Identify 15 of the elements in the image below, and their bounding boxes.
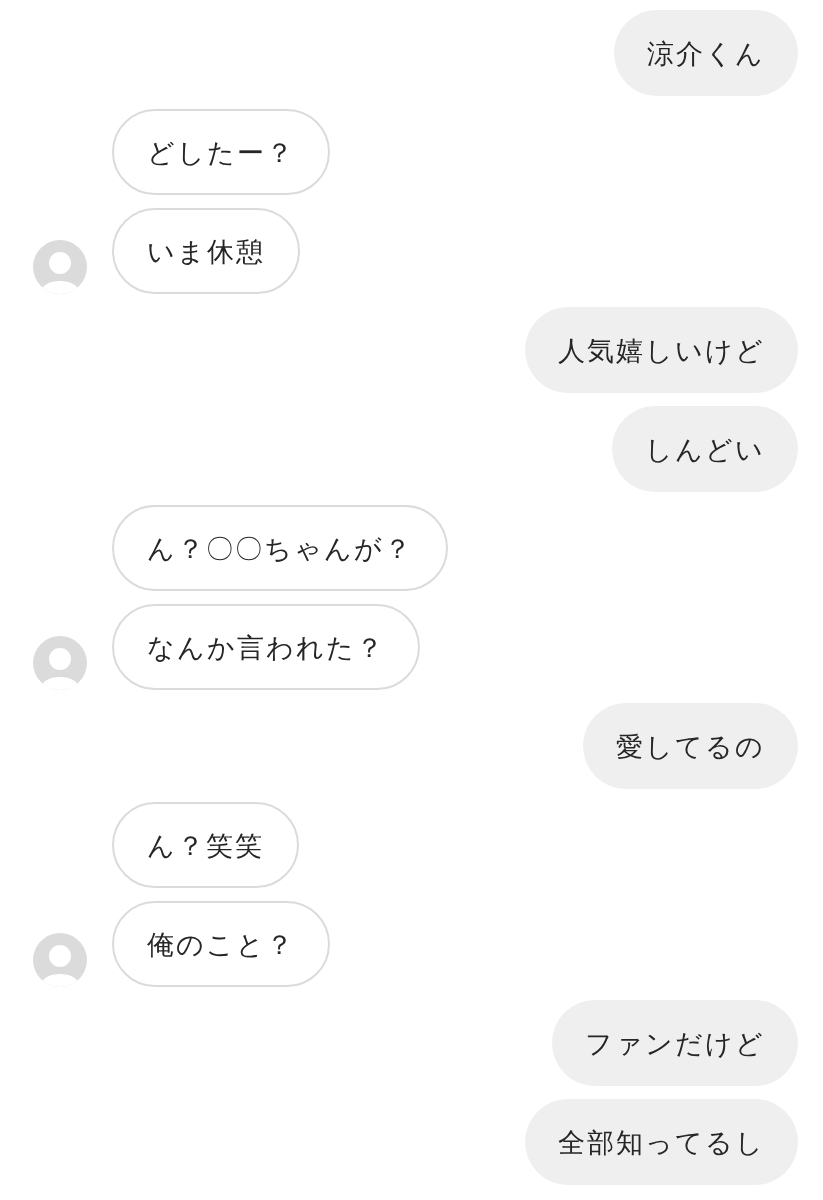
message-bubble: 人気嬉しいけど	[525, 307, 798, 393]
avatar-silhouette-icon	[33, 636, 87, 690]
message-bubble: ん？笑笑	[112, 802, 299, 888]
message-bubble: 俺のこと？	[112, 901, 330, 987]
message-bubble: 愛してるの	[583, 703, 798, 789]
avatar-silhouette-icon	[33, 933, 87, 987]
message-bubble: いま休憩	[112, 208, 300, 294]
avatar-silhouette-icon	[33, 240, 87, 294]
message-bubble: ファンだけど	[552, 1000, 798, 1086]
message-bubble: どしたー？	[112, 109, 330, 195]
message-bubble: 全部知ってるし	[525, 1099, 798, 1185]
message-bubble: しんどい	[612, 406, 798, 492]
message-bubble: なんか言われた？	[112, 604, 420, 690]
message-bubble: ん？〇〇ちゃんが？	[112, 505, 448, 591]
message-bubble: 涼介くん	[614, 10, 798, 96]
